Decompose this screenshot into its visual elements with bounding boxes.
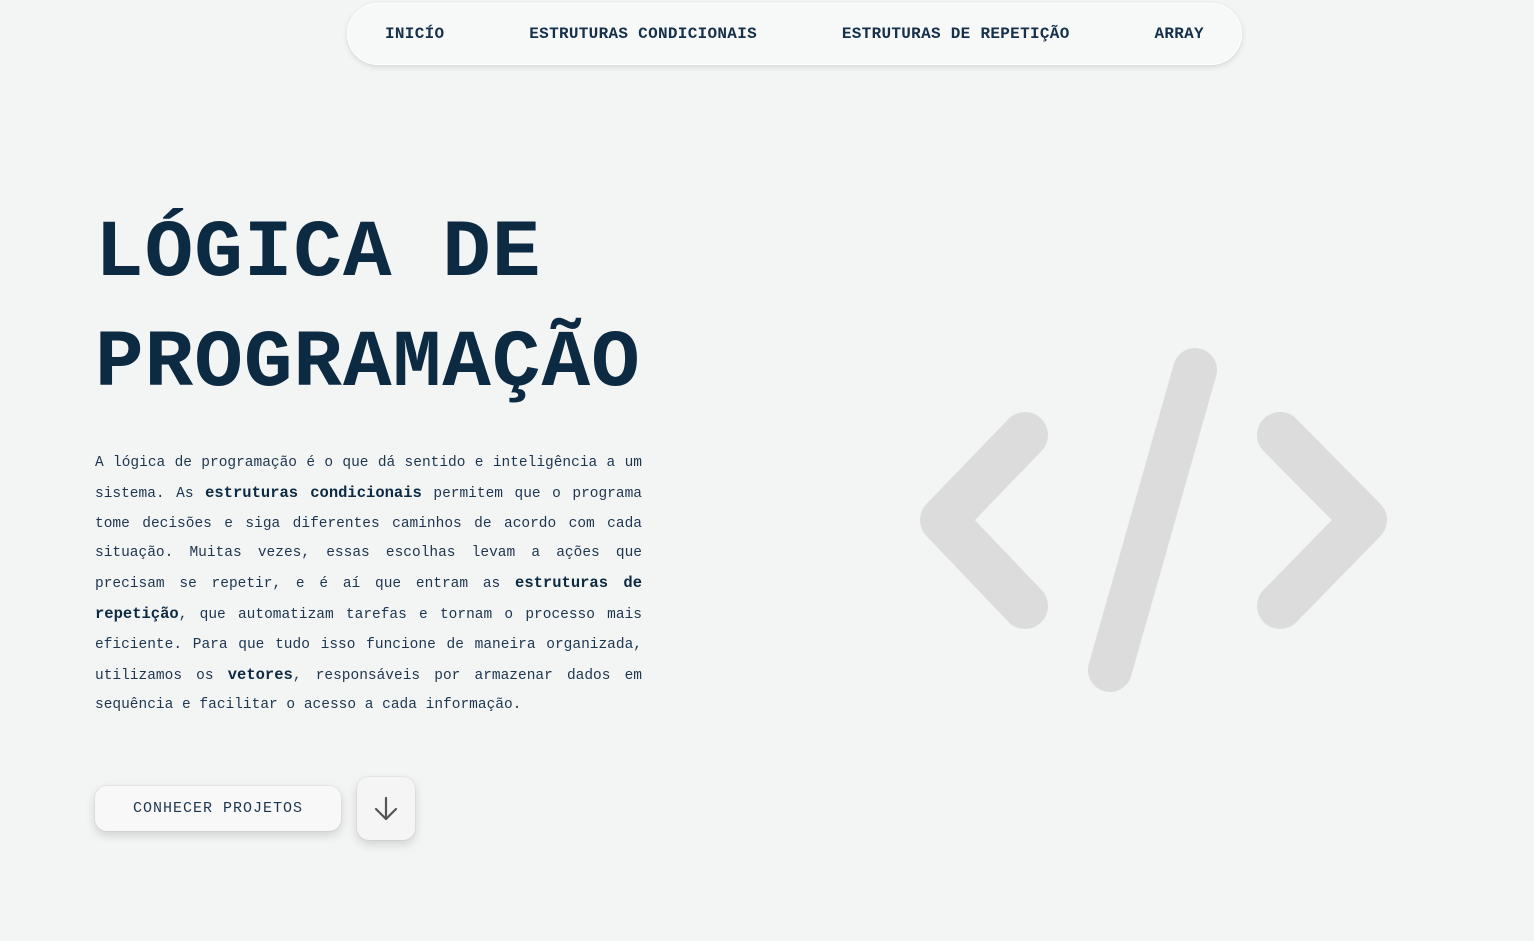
hero-title-line-2: PROGRAMAÇÃO: [95, 319, 641, 410]
hero-title-line-1: LÓGICA DE: [95, 209, 542, 300]
hero-desc-highlight-conditionals: estruturas condicionais: [205, 483, 422, 502]
hero-desc-highlight-vectors: vetores: [227, 665, 293, 684]
nav-item-array[interactable]: ARRAY: [1154, 25, 1204, 43]
top-navigation: INICÍO ESTRUTURAS CONDICIONAIS ESTRUTURA…: [347, 3, 1242, 65]
conhecer-projetos-button[interactable]: CONHECER PROJETOS: [95, 786, 341, 831]
scroll-down-button[interactable]: [357, 777, 415, 840]
code-brackets-icon: [920, 348, 1387, 692]
hero-title: LÓGICA DE PROGRAMAÇÃO: [95, 200, 641, 420]
hero-description: A lógica de programação é o que dá senti…: [95, 449, 642, 721]
nav-item-inicio[interactable]: INICÍO: [385, 25, 444, 43]
nav-item-estruturas-condicionais[interactable]: ESTRUTURAS CONDICIONAIS: [529, 25, 757, 43]
arrow-down-icon: [374, 796, 398, 820]
nav-item-estruturas-de-repeticao[interactable]: ESTRUTURAS DE REPETIÇÃO: [842, 25, 1070, 43]
